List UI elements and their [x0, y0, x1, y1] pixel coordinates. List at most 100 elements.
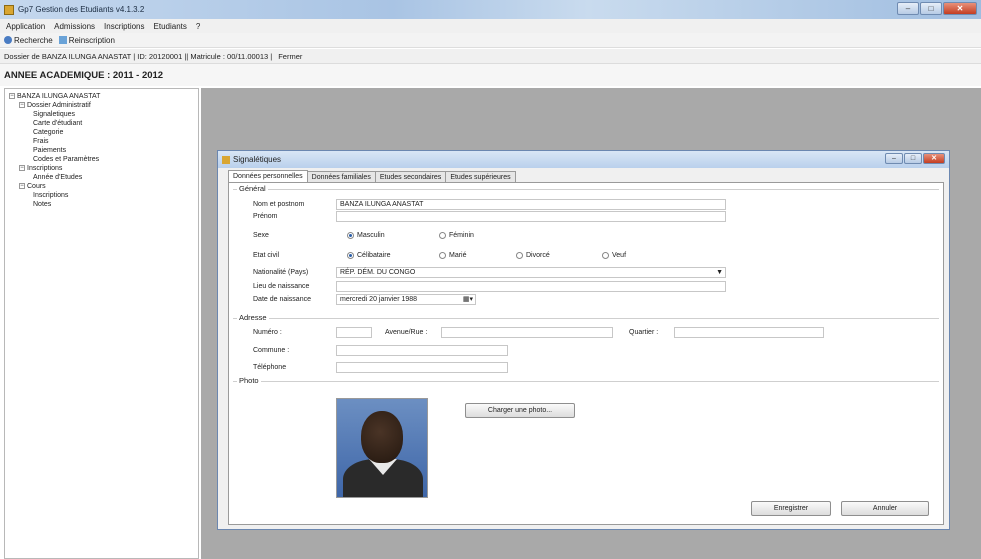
tree-inscriptions[interactable]: − Inscriptions	[9, 164, 198, 173]
nationalite-label: Nationalité (Pays)	[253, 269, 309, 276]
academic-year-text: ANNEE ACADEMIQUE : 2011 - 2012	[4, 69, 164, 81]
radio-icon	[439, 232, 446, 239]
tab-panel: Général Nom et postnom BANZA ILUNGA ANAS…	[228, 182, 944, 525]
tree-item-categorie[interactable]: Categorie	[9, 128, 198, 137]
student-info-bar: Dossier de BANZA ILUNGA ANASTAT | ID: 20…	[0, 49, 981, 64]
numero-field[interactable]	[336, 327, 372, 338]
tab-etudes-secondaires[interactable]: Etudes secondaires	[374, 171, 447, 182]
menu-admissions[interactable]: Admissions	[54, 22, 95, 31]
toolbar: Recherche Reinscription	[0, 33, 981, 48]
menu-etudiants[interactable]: Etudiants	[154, 22, 187, 31]
avenue-field[interactable]	[441, 327, 613, 338]
child-title: Signalétiques	[233, 155, 282, 164]
child-window-controls: – □ ✕	[885, 153, 945, 164]
tree-item-annee[interactable]: Année d'Etudes	[9, 173, 198, 182]
quartier-field[interactable]	[674, 327, 824, 338]
child-close-button[interactable]: ✕	[923, 153, 945, 164]
tree-item-carte[interactable]: Carte d'étudiant	[9, 119, 198, 128]
telephone-label: Téléphone	[253, 364, 287, 371]
prenom-field[interactable]	[336, 211, 726, 222]
radio-icon	[516, 252, 523, 259]
lieu-naissance-field[interactable]	[336, 281, 726, 292]
menu-bar: Application Admissions Inscriptions Etud…	[0, 19, 981, 33]
etat-marie-radio[interactable]: Marié	[439, 252, 467, 259]
radio-icon	[602, 252, 609, 259]
calendar-icon[interactable]: ▦▾	[463, 295, 473, 304]
navigation-tree: − BANZA ILUNGA ANASTAT − Dossier Administr…	[4, 88, 199, 559]
sexe-masculin-radio[interactable]: Masculin	[347, 232, 385, 239]
close-button[interactable]: ✕	[943, 2, 977, 15]
change-photo-button[interactable]: Charger une photo...	[465, 403, 575, 418]
collapse-icon[interactable]: −	[19, 102, 25, 109]
collapse-icon[interactable]: −	[19, 183, 25, 190]
nom-label: Nom et postnom	[253, 201, 305, 208]
minimize-button[interactable]: –	[897, 2, 919, 15]
dropdown-arrow-icon[interactable]: ▼	[716, 268, 723, 277]
sexe-feminin-radio[interactable]: Féminin	[439, 232, 474, 239]
date-naissance-picker[interactable]: mercredi 20 janvier 1988 ▦▾	[336, 294, 476, 305]
reinscription-icon	[58, 36, 67, 44]
radio-icon	[439, 252, 446, 259]
photo-group-label: Photo	[237, 376, 261, 385]
search-button[interactable]: Recherche	[4, 36, 53, 45]
collapse-icon[interactable]: −	[9, 93, 15, 100]
radio-selected-icon	[347, 252, 354, 259]
nom-field[interactable]: BANZA ILUNGA ANASTAT	[336, 199, 726, 210]
telephone-field[interactable]	[336, 362, 508, 373]
nationalite-select[interactable]: RÉP. DÉM. DU CONGO ▼	[336, 267, 726, 278]
adresse-group-label: Adresse	[237, 313, 269, 322]
search-label: Recherche	[14, 35, 53, 45]
etat-veuf-radio[interactable]: Veuf	[602, 252, 626, 259]
search-icon	[4, 36, 12, 44]
menu-help[interactable]: ?	[196, 22, 200, 31]
dossier-info: Dossier de BANZA ILUNGA ANASTAT | ID: 20…	[4, 51, 273, 61]
general-group-label: Général	[237, 184, 268, 193]
commune-label: Commune :	[253, 347, 290, 354]
student-photo	[336, 398, 428, 498]
commune-field[interactable]	[336, 345, 508, 356]
collapse-icon[interactable]: −	[19, 165, 25, 172]
tree-root[interactable]: − BANZA ILUNGA ANASTAT	[9, 92, 198, 101]
etat-civil-label: Etat civil	[253, 252, 280, 259]
prenom-label: Prénom	[253, 213, 278, 220]
child-titlebar: Signalétiques – □ ✕	[218, 151, 949, 168]
menu-inscriptions[interactable]: Inscriptions	[104, 22, 144, 31]
date-naissance-label: Date de naissance	[253, 296, 311, 303]
tab-etudes-superieures[interactable]: Etudes supérieures	[445, 171, 516, 182]
tree-item-codes[interactable]: Codes et Paramètres	[9, 155, 198, 164]
tree-item-notes[interactable]: Notes	[9, 200, 198, 209]
etat-celibataire-radio[interactable]: Célibataire	[347, 252, 390, 259]
child-maximize-button[interactable]: □	[904, 153, 922, 164]
date-value: mercredi 20 janvier 1988	[340, 296, 418, 303]
window-titlebar: Gp7 Gestion des Etudiants v4.1.3.2 – □ ✕	[0, 0, 981, 19]
cancel-button[interactable]: Annuler	[841, 501, 929, 516]
tree-cours[interactable]: − Cours	[9, 182, 198, 191]
tree-admin[interactable]: − Dossier Administratif	[9, 101, 198, 110]
sexe-label: Sexe	[253, 232, 269, 239]
reinscription-button[interactable]: Reinscription	[58, 36, 115, 45]
tree-item-paiements[interactable]: Paiements	[9, 146, 198, 155]
quartier-label: Quartier :	[629, 329, 659, 336]
numero-label: Numéro :	[253, 329, 282, 336]
window-title: Gp7 Gestion des Etudiants v4.1.3.2	[18, 5, 145, 14]
tree-item-signaletiques[interactable]: Signaletiques	[9, 110, 198, 119]
tab-donnees-familiales[interactable]: Données familiales	[306, 171, 376, 182]
tab-donnees-personnelles[interactable]: Données personnelles	[228, 170, 308, 182]
avenue-label: Avenue/Rue :	[385, 329, 428, 336]
lieu-naissance-label: Lieu de naissance	[253, 283, 310, 290]
save-button[interactable]: Enregistrer	[751, 501, 831, 516]
signaletiques-window: Signalétiques – □ ✕ Données personnelles…	[217, 150, 950, 530]
close-dossier-link[interactable]: Fermer	[278, 52, 302, 61]
academic-year-banner: ANNEE ACADEMIQUE : 2011 - 2012	[0, 64, 981, 86]
radio-selected-icon	[347, 232, 354, 239]
app-icon	[4, 4, 14, 15]
nationalite-value: RÉP. DÉM. DU CONGO	[340, 269, 416, 276]
tree-item-cours-inscriptions[interactable]: Inscriptions	[9, 191, 198, 200]
menu-application[interactable]: Application	[6, 22, 45, 31]
tree-item-frais[interactable]: Frais	[9, 137, 198, 146]
form-icon	[222, 155, 230, 164]
window-controls: – □ ✕	[897, 2, 977, 15]
maximize-button[interactable]: □	[920, 2, 942, 15]
child-minimize-button[interactable]: –	[885, 153, 903, 164]
etat-divorce-radio[interactable]: Divorcé	[516, 252, 550, 259]
